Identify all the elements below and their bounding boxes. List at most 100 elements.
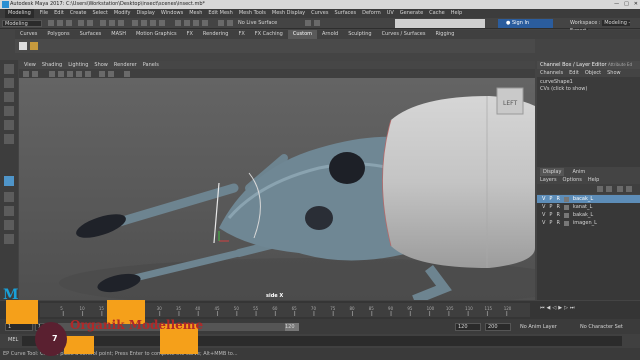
close-button[interactable]: ✕ [634, 0, 638, 9]
wireframe-icon[interactable] [58, 71, 64, 77]
new-empty-layer-icon[interactable] [617, 186, 623, 192]
layer-row[interactable]: V P R bakak_L [537, 211, 640, 219]
reference-toggle[interactable]: R [556, 203, 559, 211]
new-layer-selected-icon[interactable] [626, 186, 632, 192]
tab-surfaces[interactable]: Surfaces [75, 30, 107, 39]
tab-fx-caching[interactable]: FX Caching [250, 30, 288, 39]
snap-surface-icon[interactable] [159, 20, 165, 26]
redo-icon[interactable] [87, 20, 93, 26]
playback-toggle[interactable]: P [549, 219, 552, 227]
snap-point-icon[interactable] [150, 20, 156, 26]
undo-icon[interactable] [78, 20, 84, 26]
menu-display[interactable]: Display [136, 9, 154, 18]
lights-icon[interactable] [85, 71, 91, 77]
tab-polygons[interactable]: Polygons [42, 30, 74, 39]
menu-file[interactable]: File [40, 9, 48, 18]
cvs-toggle[interactable]: CVs (click to show) [540, 86, 637, 93]
play-forward-icon[interactable]: ▶ [558, 305, 562, 315]
scale-tool-icon[interactable] [4, 134, 14, 144]
xray-toggle-icon[interactable] [108, 71, 114, 77]
graph-layout-icon[interactable] [4, 220, 14, 230]
camera-select-icon[interactable] [23, 71, 29, 77]
start-time-field[interactable]: 1 [5, 323, 33, 331]
move-layer-up-icon[interactable] [597, 186, 603, 192]
menu-help[interactable]: Help [451, 9, 462, 18]
new-scene-icon[interactable] [48, 20, 54, 26]
visibility-toggle[interactable]: V [542, 203, 545, 211]
render-frame-icon[interactable] [184, 20, 190, 26]
tab-motion-graphics[interactable]: Motion Graphics [131, 30, 182, 39]
go-to-start-icon[interactable]: ⏮ [540, 305, 545, 315]
tab-arnold[interactable]: Arnold [317, 30, 343, 39]
playback-end-field[interactable]: 120 [455, 323, 481, 331]
menu-set-selector[interactable]: Modeling [5, 9, 34, 18]
playback-toggle[interactable]: P [549, 195, 552, 203]
layer-name[interactable]: bakak_L [573, 211, 593, 219]
pencil-icon[interactable] [19, 42, 27, 50]
snap-curve-icon[interactable] [141, 20, 147, 26]
view-cube-label[interactable]: LEFT [503, 100, 517, 107]
viewport-menu-lighting[interactable]: Lighting [68, 61, 88, 69]
tab-fx[interactable]: FX [182, 30, 198, 39]
camera-attributes-icon[interactable] [32, 71, 38, 77]
maximize-button[interactable]: □ [624, 0, 629, 9]
tab-sculpting[interactable]: Sculpting [343, 30, 376, 39]
select-by-hierarchy-icon[interactable] [100, 20, 106, 26]
cb-menu-edit[interactable]: Edit [569, 69, 579, 77]
menu-mesh-display[interactable]: Mesh Display [272, 9, 305, 18]
menu-uv[interactable]: UV [387, 9, 394, 18]
textured-icon[interactable] [76, 71, 82, 77]
playback-toggle[interactable]: P [549, 211, 552, 219]
reference-toggle[interactable]: R [556, 211, 559, 219]
end-time-field[interactable]: 200 [485, 323, 511, 331]
tab-curves[interactable]: Curves [15, 30, 42, 39]
layer-menu-options[interactable]: Options [563, 176, 582, 184]
tab-fx-2[interactable]: FX [233, 30, 249, 39]
tab-display-layers[interactable]: Display [540, 168, 565, 176]
step-forward-icon[interactable]: ▷ [564, 305, 568, 315]
reference-toggle[interactable]: R [556, 195, 559, 203]
menu-edit-mesh[interactable]: Edit Mesh [208, 9, 232, 18]
render-settings-icon[interactable] [202, 20, 208, 26]
layer-color-swatch[interactable] [563, 204, 569, 210]
menu-mesh-tools[interactable]: Mesh Tools [239, 9, 266, 18]
sign-in-button[interactable]: ● Sign In [498, 19, 553, 28]
menu-surfaces[interactable]: Surfaces [334, 9, 356, 18]
layer-name[interactable]: kanat_L [573, 203, 592, 211]
menu-deform[interactable]: Deform [362, 9, 381, 18]
menu-generate[interactable]: Generate [400, 9, 423, 18]
tab-anim-layers[interactable]: Anim [572, 168, 585, 176]
single-pane-layout-icon[interactable] [4, 176, 14, 186]
layer-color-swatch[interactable] [563, 212, 569, 218]
viewport-3d[interactable]: LEFT side X [19, 78, 535, 300]
menu-select[interactable]: Select [92, 9, 107, 18]
menu-cache[interactable]: Cache [429, 9, 445, 18]
four-pane-layout-icon[interactable] [4, 192, 14, 202]
rotate-tool-icon[interactable] [4, 120, 14, 130]
search-input[interactable] [395, 19, 485, 28]
select-tool-icon[interactable] [4, 64, 14, 74]
live-surface-label[interactable]: No Live Surface [238, 20, 277, 27]
paint-select-tool-icon[interactable] [4, 92, 14, 102]
layer-menu-help[interactable]: Help [588, 176, 599, 184]
viewport-menu-renderer[interactable]: Renderer [114, 61, 137, 69]
attribute-editor-tab[interactable]: Attribute Ed [608, 61, 632, 69]
symmetry-icon[interactable] [305, 20, 311, 26]
shadows-icon[interactable] [99, 71, 105, 77]
time-slider[interactable]: 5101520253035404550556065707580859095100… [0, 301, 640, 319]
play-back-icon[interactable]: ◁ [552, 305, 556, 315]
isolate-select-icon[interactable] [124, 71, 130, 77]
tab-curves-surfaces[interactable]: Curves / Surfaces [377, 30, 431, 39]
viewport-menu-show[interactable]: Show [94, 61, 108, 69]
outliner-layout-icon[interactable] [4, 206, 14, 216]
layer-row[interactable]: V P R imagen_L [537, 219, 640, 227]
move-layer-down-icon[interactable] [606, 186, 612, 192]
brush-icon[interactable] [30, 42, 38, 50]
reference-toggle[interactable]: R [556, 219, 559, 227]
move-tool-icon[interactable] [4, 106, 14, 116]
menu-create[interactable]: Create [70, 9, 87, 18]
hypershade-icon[interactable] [218, 20, 224, 26]
command-input[interactable] [22, 336, 622, 346]
step-back-icon[interactable]: ◀ [547, 305, 551, 315]
menu-mesh[interactable]: Mesh [189, 9, 202, 18]
